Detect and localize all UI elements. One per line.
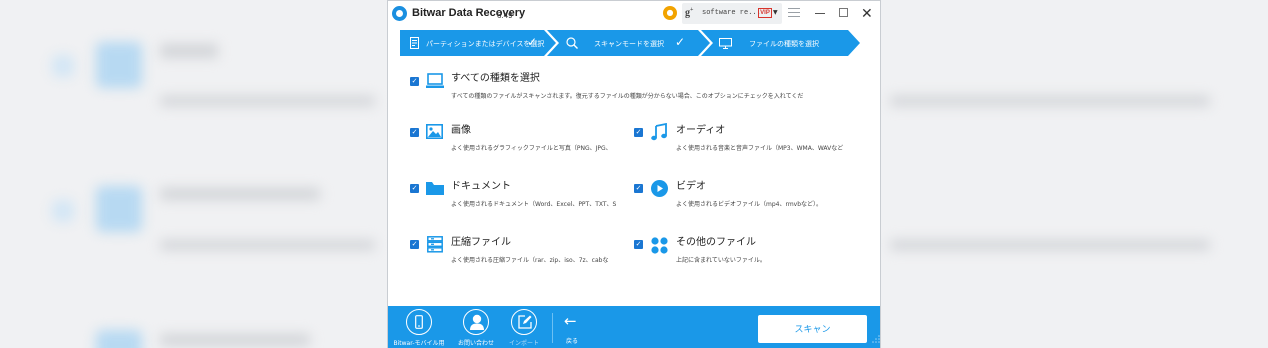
checkbox-other[interactable]: ✓	[634, 240, 643, 249]
back-label[interactable]: 戻る	[566, 336, 578, 345]
app-logo-icon	[392, 6, 407, 21]
category-title: 画像	[451, 125, 471, 136]
scan-button[interactable]: スキャン	[758, 315, 867, 343]
checkmark-icon: ✓	[675, 35, 686, 49]
app-window: Bitwar Data Recovery 6.49 ● g+ software …	[387, 0, 881, 348]
category-title: ドキュメント	[451, 181, 511, 192]
google-plus-icon: g+	[685, 7, 694, 19]
music-note-icon	[651, 123, 667, 141]
menu-icon[interactable]	[788, 8, 800, 18]
checkbox-all[interactable]: ✓	[410, 77, 419, 86]
cart-icon[interactable]: ●	[663, 6, 677, 20]
step-partition[interactable]: パーティションまたはデバイスを選択 ✓	[400, 30, 556, 56]
step-scan-mode[interactable]: スキャンモードを選択 ✓	[547, 30, 710, 56]
category-description: よく使用されるビデオファイル（mp4、rmvbなど）。	[676, 201, 823, 208]
folder-icon	[426, 182, 444, 195]
maximize-icon[interactable]	[839, 8, 848, 17]
checkbox-documents[interactable]: ✓	[410, 184, 419, 193]
mobile-button[interactable]: Bitwar-モバイル用	[389, 306, 449, 348]
category-title: その他のファイル	[676, 237, 756, 248]
app-version: 6.49	[497, 11, 513, 20]
checkmark-icon: ✓	[527, 35, 538, 49]
category-title: 圧縮ファイル	[451, 237, 511, 248]
checkbox-audio[interactable]: ✓	[634, 128, 643, 137]
mobile-label: Bitwar-モバイル用	[393, 340, 445, 347]
search-icon	[566, 37, 578, 49]
category-description: 上記に含まれていないファイル。	[676, 257, 766, 264]
close-icon[interactable]: ✕	[861, 4, 873, 22]
bottom-toolbar: Bitwar-モバイル用 お問い合わせ インポート ← 戻る スキャン	[388, 306, 880, 348]
play-icon	[651, 180, 668, 197]
grid-icon	[651, 237, 668, 254]
category-description: よく使用される音楽と音声ファイル（MP3、WMA、WAVなど	[676, 145, 844, 152]
category-description: よく使用される圧縮ファイル（rar、zip、iso、7z、cabな	[451, 257, 609, 264]
category-title: オーディオ	[676, 125, 726, 136]
category-description: よく使用されるドキュメント（Word、Excel、PPT、TXT、S	[451, 201, 617, 208]
title-bar: Bitwar Data Recovery 6.49 ● g+ software …	[388, 1, 880, 27]
checkbox-archives[interactable]: ✓	[410, 240, 419, 249]
account-menu[interactable]: g+ software re... VIP ▼	[682, 3, 782, 24]
user-icon	[463, 309, 489, 335]
chevron-down-icon[interactable]: ▼	[773, 9, 778, 16]
step-file-type[interactable]: ファイルの種類を選択	[701, 30, 860, 56]
edit-icon	[511, 309, 537, 335]
wizard-steps: パーティションまたはデバイスを選択 ✓ スキャンモードを選択 ✓ ファイルの種類…	[400, 30, 860, 56]
step-label: スキャンモードを選択	[594, 40, 664, 48]
monitor-icon	[719, 38, 732, 49]
vip-badge: VIP	[758, 8, 772, 18]
mobile-phone-icon	[406, 309, 432, 335]
minimize-icon[interactable]	[815, 13, 825, 14]
checkbox-images[interactable]: ✓	[410, 128, 419, 137]
category-title: ビデオ	[676, 181, 706, 192]
resize-grip-icon[interactable]	[871, 334, 880, 343]
checkbox-video[interactable]: ✓	[634, 184, 643, 193]
category-description: よく使用されるグラフィックファイルと写真（PNG、JPG、	[451, 145, 612, 152]
archive-icon	[427, 236, 443, 253]
step-label: ファイルの種類を選択	[749, 40, 819, 48]
account-name: software re...	[702, 9, 761, 17]
document-icon	[410, 37, 419, 49]
import-label: インポート	[508, 340, 539, 347]
category-title: すべての種類を選択	[451, 73, 540, 84]
image-icon	[426, 124, 443, 139]
laptop-icon	[426, 73, 444, 88]
category-description: すべての種類のファイルがスキャンされます。復元するファイルの種類が分からない場合…	[451, 93, 804, 100]
back-arrow-icon[interactable]: ←	[564, 314, 577, 329]
toolbar-divider	[552, 313, 553, 343]
import-button[interactable]: インポート	[494, 306, 554, 348]
